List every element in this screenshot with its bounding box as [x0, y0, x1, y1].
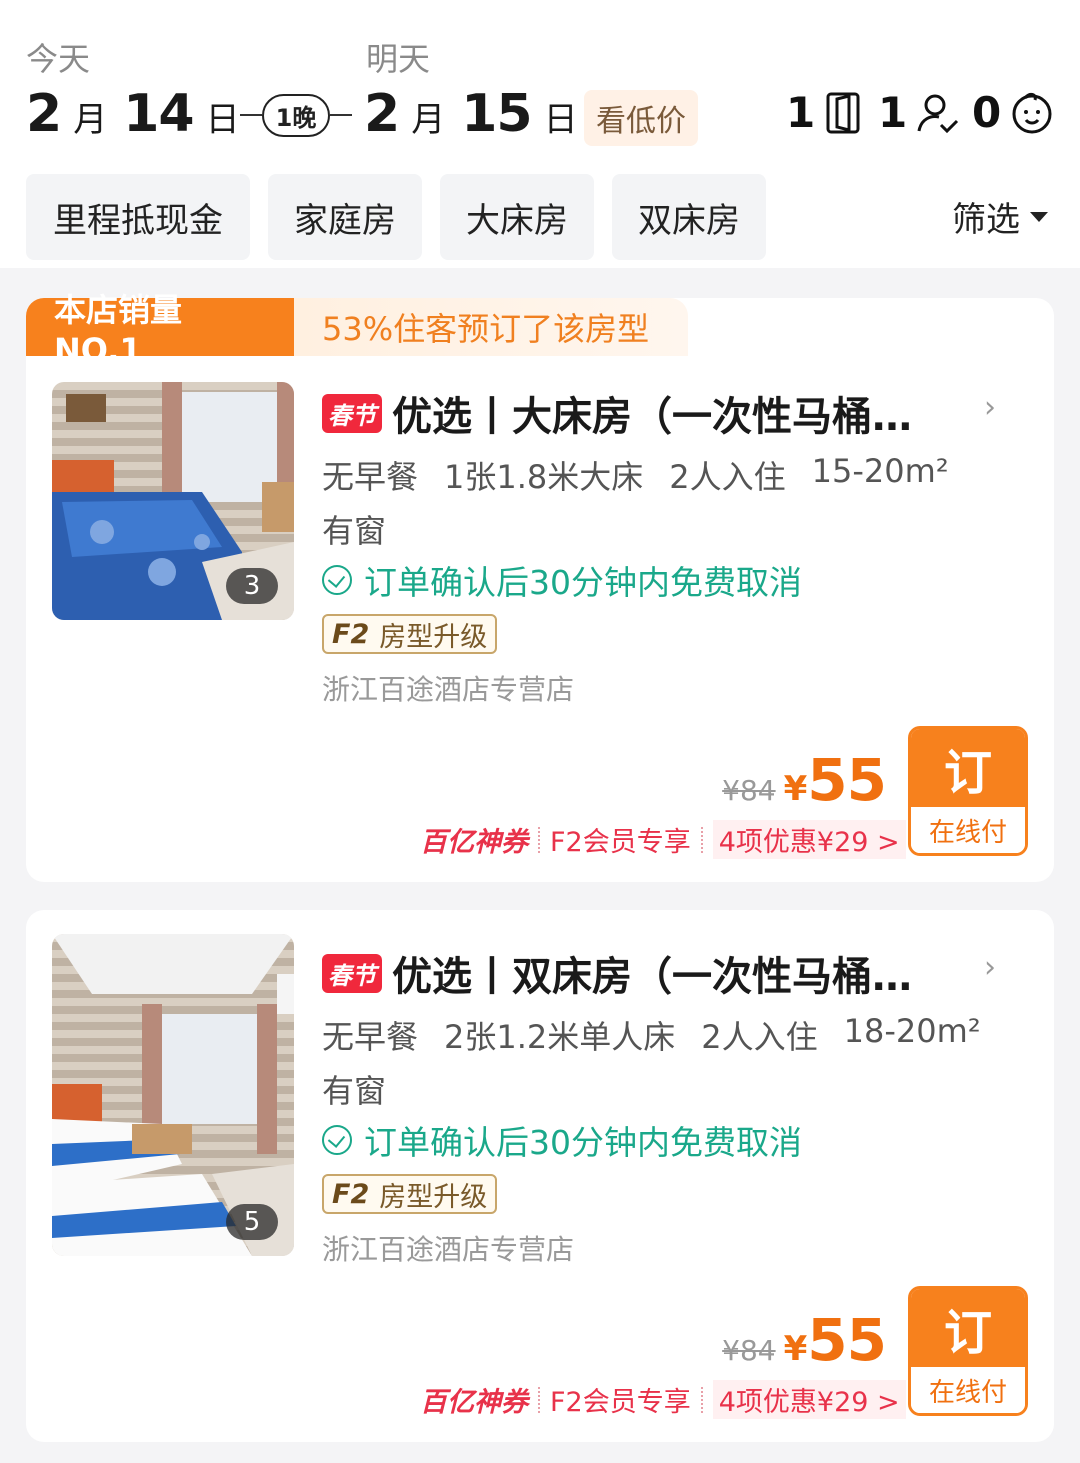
currency-symbol: ¥	[783, 769, 808, 809]
door-icon	[826, 92, 860, 133]
pay-online-label: 在线付	[911, 807, 1025, 853]
member-promo: F2会员专享	[550, 827, 691, 858]
checkin-day-unit: 日	[205, 100, 240, 140]
filter-label: 筛选	[952, 200, 1020, 240]
free-cancel-note: 订单确认后30分钟内免费取消	[322, 1116, 802, 1164]
bed-spec: 2张1.2米单人床	[444, 1018, 676, 1056]
filter-chip-mileage[interactable]: 里程抵现金	[26, 174, 250, 260]
free-cancel-text: 订单确认后30分钟内免费取消	[364, 563, 802, 602]
member-promo: F2会员专享	[550, 1387, 691, 1418]
price-row: ¥84 ¥ 55	[722, 1306, 887, 1374]
coupon-promo: 百亿神券	[420, 1387, 528, 1418]
room-count[interactable]: 1	[786, 88, 863, 137]
promo-row[interactable]: 百亿神券 F2会员专享 4项优惠¥29 >	[420, 1380, 906, 1419]
room-photo[interactable]: 3	[52, 382, 294, 620]
coupon-promo: 百亿神券	[420, 827, 528, 858]
room-count-value: 1	[786, 88, 816, 137]
check-circle-icon	[322, 565, 352, 595]
current-price: 55	[807, 1306, 887, 1374]
upgrade-tag: F2 房型升级	[322, 614, 498, 654]
upgrade-tag-text: 房型升级	[379, 621, 488, 653]
adult-count[interactable]: 1	[878, 88, 959, 137]
occupancy-spec: 2人入住	[669, 458, 786, 496]
best-seller-badge: 本店销量NO.1	[26, 291, 294, 369]
festival-tag: 春节	[322, 953, 382, 993]
window-spec: 有窗	[322, 512, 387, 550]
checkout-day: 15	[461, 84, 532, 144]
filter-button[interactable]: 筛选	[952, 192, 1048, 241]
room-photo[interactable]: 5	[52, 934, 294, 1256]
booking-percent-badge: 53%住客预订了该房型	[294, 298, 688, 356]
room-card[interactable]: 5 春节 优选丨双床房（一次性马桶… › 无早餐 2张1.2米单人床 2人入住 …	[26, 910, 1054, 1442]
free-cancel-text: 订单确认后30分钟内免费取消	[364, 1123, 802, 1162]
book-label: 订	[911, 729, 1025, 807]
room-specs: 无早餐 1张1.8米大床 2人入住 15-20m²	[322, 452, 949, 498]
photo-count: 5	[226, 1204, 278, 1240]
current-price: 55	[807, 746, 887, 814]
original-price: ¥84	[722, 774, 776, 807]
filter-chip-king[interactable]: 大床房	[440, 174, 594, 260]
room-title: 优选丨大床房（一次性马桶…	[392, 394, 912, 440]
filter-chip-family[interactable]: 家庭房	[268, 174, 422, 260]
filter-chips: 里程抵现金 家庭房 大床房 双床房	[26, 174, 766, 260]
room-card[interactable]: 本店销量NO.1 53%住客预订了该房型 3 春节 优选丨大床房（一次性马桶… …	[26, 291, 1054, 882]
promo-row[interactable]: 百亿神券 F2会员专享 4项优惠¥29 >	[420, 820, 906, 859]
window-spec: 有窗	[322, 1072, 387, 1110]
checkout-date[interactable]: 2 月 15 日	[364, 84, 594, 144]
room-specs: 无早餐 2张1.2米单人床 2人入住 18-20m²	[322, 1012, 981, 1058]
low-price-button[interactable]: 看低价	[584, 90, 698, 146]
checkin-month: 2	[26, 84, 62, 144]
nights-pill: 1晚	[261, 93, 331, 137]
area-spec: 18-20m²	[843, 1012, 981, 1050]
price-row: ¥84 ¥ 55	[722, 746, 887, 814]
checkout-day-label: 明天	[366, 40, 431, 78]
checkin-day-label: 今天	[26, 40, 91, 78]
child-count-value: 0	[972, 88, 1002, 137]
photo-count: 3	[226, 568, 278, 604]
filter-chip-twin[interactable]: 双床房	[612, 174, 766, 260]
original-price: ¥84	[722, 1334, 776, 1367]
store-name: 浙江百途酒店专营店	[322, 673, 575, 706]
chevron-right-icon[interactable]: ›	[984, 950, 996, 985]
bed-spec: 1张1.8米大床	[444, 458, 644, 496]
book-button[interactable]: 订 在线付	[908, 1286, 1028, 1416]
discount-promo: 4项优惠¥29 >	[712, 1380, 906, 1419]
upgrade-tag-level: F2	[332, 1178, 370, 1210]
checkout-month-unit: 月	[411, 100, 446, 140]
nights-indicator: 1晚	[240, 92, 353, 138]
child-face-icon	[1012, 92, 1052, 133]
date-header: 今天 明天 2 月 14 日 1晚 2 月 15 日 看低价 1 1 0 里程抵…	[0, 0, 1080, 268]
festival-tag: 春节	[322, 393, 382, 433]
upgrade-tag-level: F2	[332, 618, 370, 650]
child-count[interactable]: 0	[972, 88, 1055, 137]
person-icon	[917, 94, 959, 133]
chevron-right-icon[interactable]: ›	[984, 390, 996, 425]
caret-down-icon	[1030, 211, 1048, 222]
checkin-day: 14	[123, 84, 194, 144]
store-name: 浙江百途酒店专营店	[322, 1233, 575, 1266]
checkin-date[interactable]: 2 月 14 日	[26, 84, 256, 144]
occupancy-spec: 2人入住	[701, 1018, 818, 1056]
pay-online-label: 在线付	[911, 1367, 1025, 1413]
checkout-month: 2	[364, 84, 400, 144]
breakfast-spec: 无早餐	[322, 1018, 419, 1056]
room-title-row[interactable]: 春节 优选丨双床房（一次性马桶…	[322, 944, 1022, 1002]
adult-count-value: 1	[878, 88, 908, 137]
discount-promo: 4项优惠¥29 >	[712, 820, 906, 859]
upgrade-tag-text: 房型升级	[379, 1181, 488, 1213]
free-cancel-note: 订单确认后30分钟内免费取消	[322, 556, 802, 604]
upgrade-tag: F2 房型升级	[322, 1174, 498, 1214]
room-title: 优选丨双床房（一次性马桶…	[392, 954, 912, 1000]
breakfast-spec: 无早餐	[322, 458, 419, 496]
area-spec: 15-20m²	[811, 452, 949, 490]
check-circle-icon	[322, 1125, 352, 1155]
sales-badges: 本店销量NO.1 53%住客预订了该房型	[26, 291, 688, 369]
currency-symbol: ¥	[783, 1329, 808, 1369]
book-label: 订	[911, 1289, 1025, 1367]
room-title-row[interactable]: 春节 优选丨大床房（一次性马桶…	[322, 384, 1022, 442]
checkin-month-unit: 月	[73, 100, 108, 140]
checkout-day-unit: 日	[543, 100, 578, 140]
book-button[interactable]: 订 在线付	[908, 726, 1028, 856]
